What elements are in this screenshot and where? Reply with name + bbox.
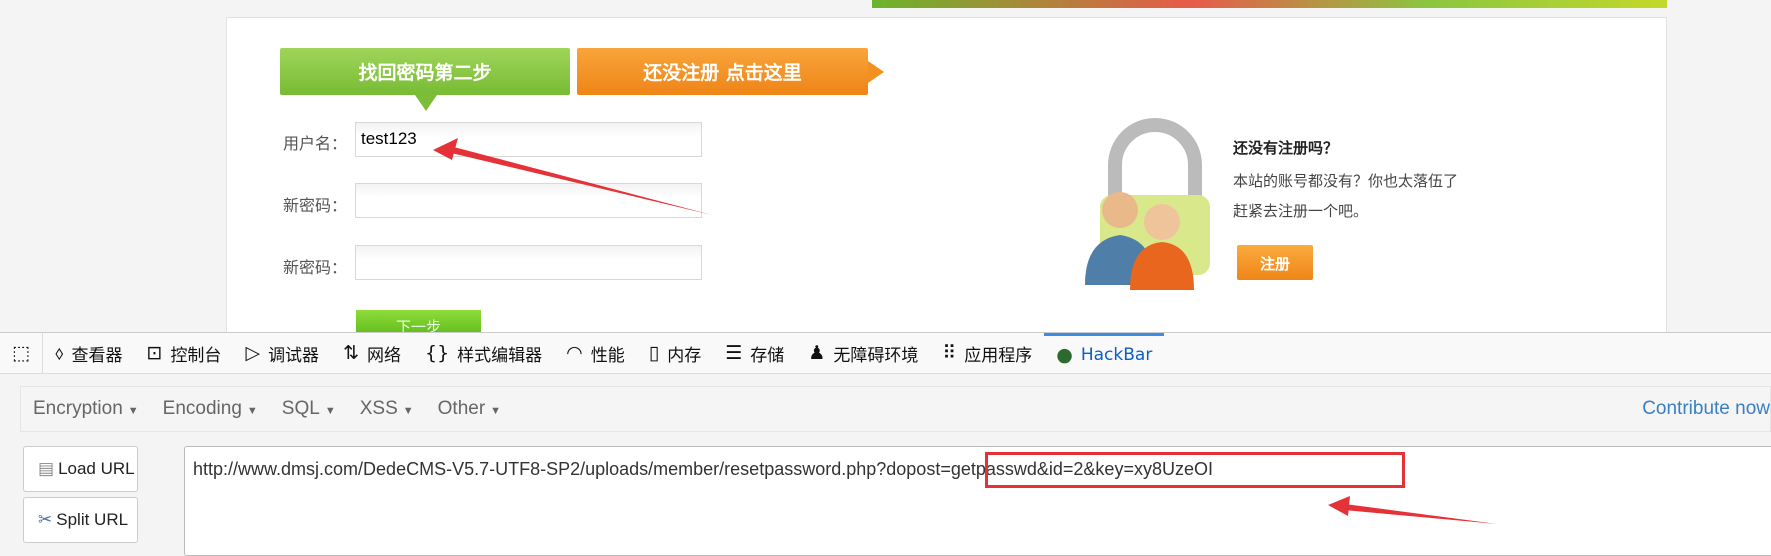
annotation-arrow-username	[433, 138, 712, 215]
annotation-arrow-url	[1328, 496, 1497, 524]
annotation-arrows	[433, 138, 1497, 524]
